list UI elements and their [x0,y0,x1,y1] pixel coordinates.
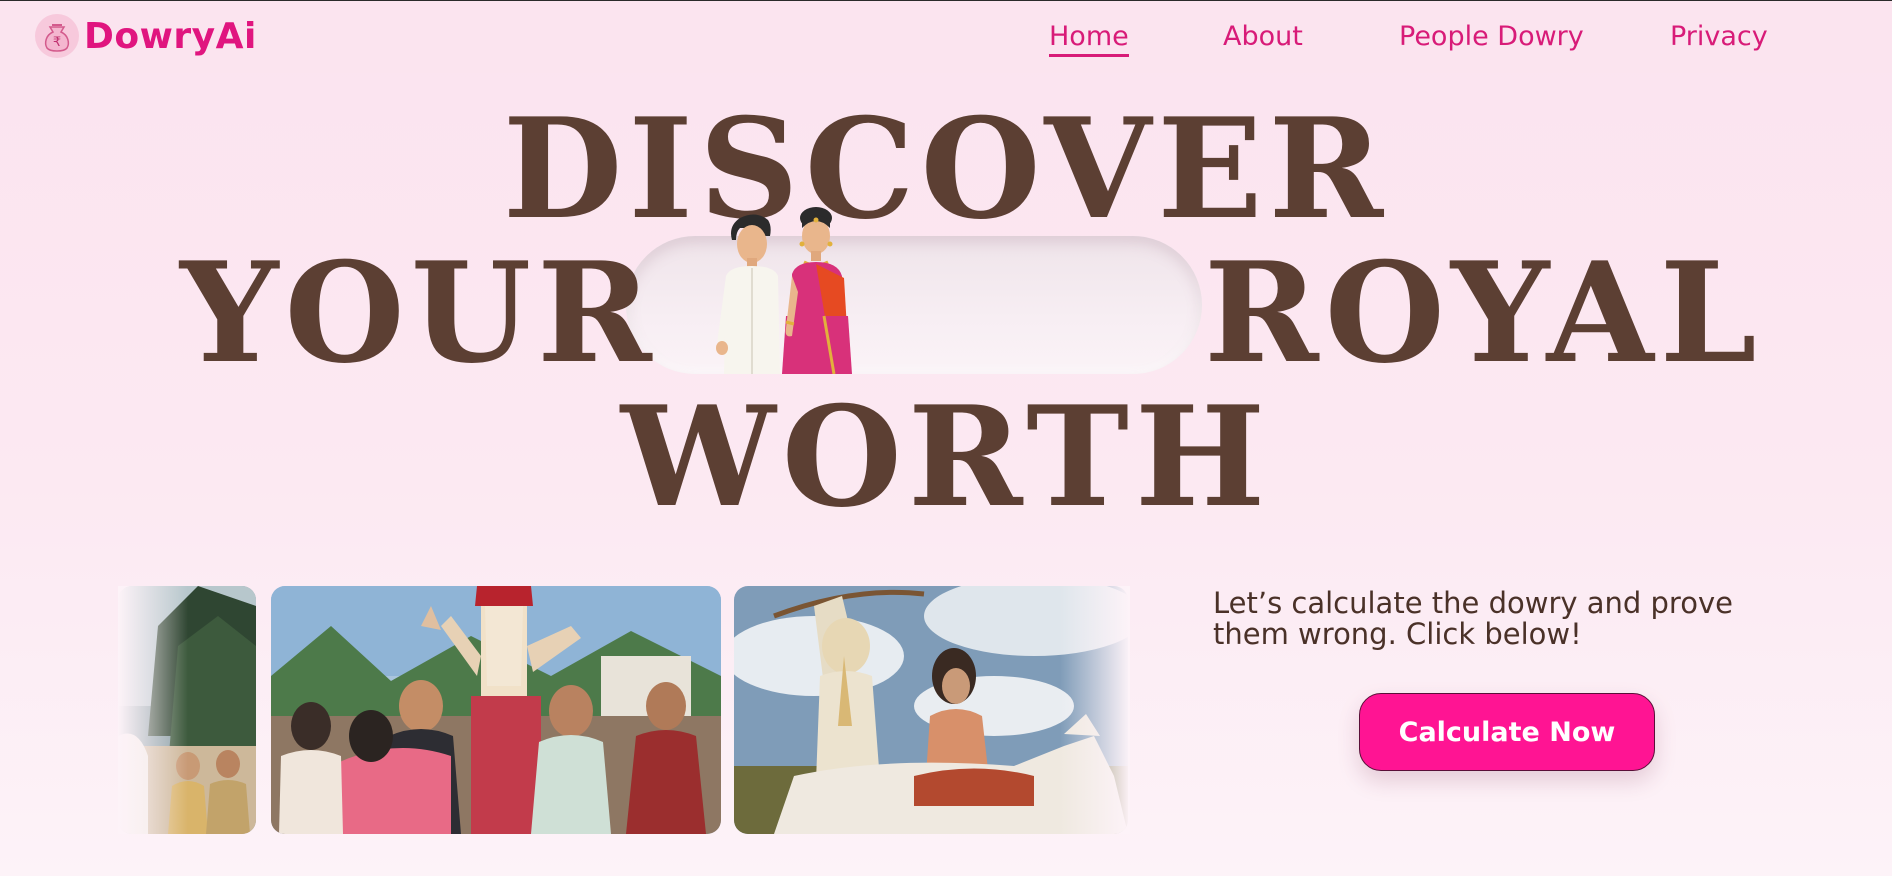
rupee-bag-icon: ₹ [35,14,79,58]
photo-gallery [118,586,1128,834]
nav-home[interactable]: Home [1049,21,1129,57]
brand-name: DowryAi [84,15,257,57]
baraat-dance-photo[interactable] [271,586,721,834]
hero-line-worth: WORTH [620,375,1272,538]
brand-logo[interactable]: ₹ DowryAi [34,13,257,59]
hero-line-discover: DISCOVER [502,87,1390,250]
cta-text: Let’s calculate the dowry and prove them… [1213,586,1733,651]
navbar: ₹ DowryAi Home About People Dowry Privac… [0,1,1892,73]
nav-privacy[interactable]: Privacy [1670,21,1768,52]
nav-people-dowry[interactable]: People Dowry [1399,21,1584,52]
hero-word-your: YOUR [180,231,658,394]
svg-text:₹: ₹ [53,35,61,50]
nav-about[interactable]: About [1223,21,1303,52]
calculate-now-button[interactable]: Calculate Now [1359,693,1655,771]
hero-word-royal: ROYAL [1204,231,1763,394]
bride-groom-couple-icon [716,207,852,374]
gallery-fade-right [1060,586,1130,834]
gallery-fade-left [118,586,188,834]
